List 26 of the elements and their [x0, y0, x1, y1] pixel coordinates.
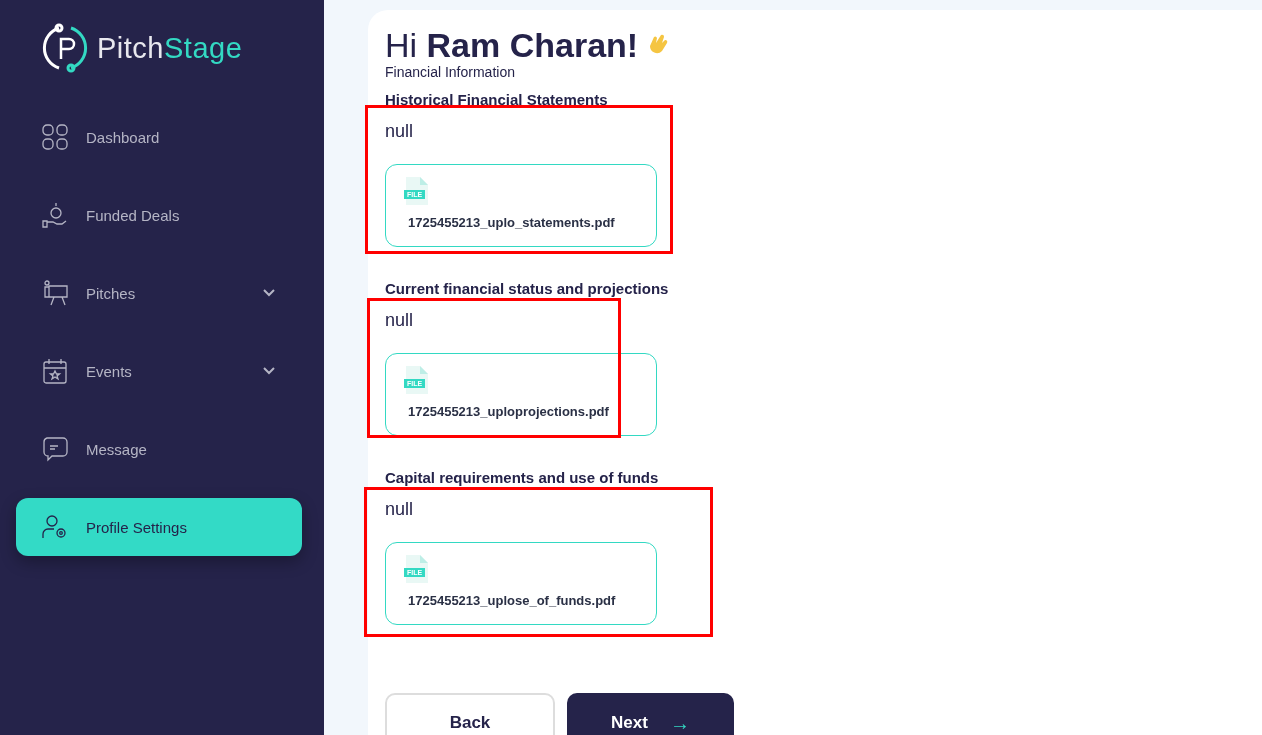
field-label: Current financial status and projections [385, 280, 670, 297]
sidebar-item[interactable]: Profile Settings [16, 498, 302, 556]
file-name: 1725455213_uplo_statements.pdf [407, 215, 616, 230]
sidebar-item[interactable]: Pitches [16, 264, 302, 322]
grid-icon [42, 124, 68, 150]
user-settings-icon [42, 514, 68, 540]
next-button[interactable]: Next → [567, 693, 734, 735]
calendar-icon [42, 358, 68, 384]
presenter-icon [42, 280, 68, 306]
coin-hand-icon [42, 202, 68, 228]
sidebar-item[interactable]: Events [16, 342, 302, 400]
field-value: null [385, 499, 415, 520]
file-name: 1725455213_uplose_of_funds.pdf [407, 593, 617, 608]
field-label: Historical Financial Statements [385, 91, 609, 108]
sidebar-item[interactable]: Message [16, 420, 302, 478]
section-title: Financial Information [385, 64, 515, 80]
greeting-heading: Hi Ram Charan! [385, 26, 639, 64]
sidebar-item[interactable]: Dashboard [16, 108, 302, 166]
file-name: 1725455213_uploprojections.pdf [407, 404, 610, 419]
logo-text: PitchStage [97, 31, 243, 65]
field-value: null [385, 310, 415, 331]
field-label: Capital requirements and use of funds [385, 469, 660, 486]
back-button[interactable]: Back [385, 693, 555, 735]
chat-icon [42, 436, 68, 462]
sidebar-item[interactable]: Funded Deals [16, 186, 302, 244]
field-value: null [385, 121, 415, 142]
